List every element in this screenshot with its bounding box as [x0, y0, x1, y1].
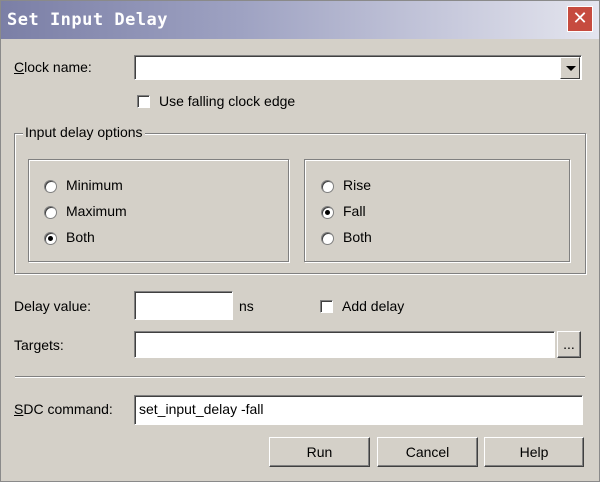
radio-fall[interactable] — [321, 206, 334, 219]
radio-minimum-label: Minimum — [66, 177, 123, 193]
radio-edge-both-label: Both — [343, 229, 372, 245]
input-delay-options-title: Input delay options — [23, 124, 145, 140]
radio-maximum-label: Maximum — [66, 203, 127, 219]
radio-minimum[interactable] — [44, 180, 57, 193]
clock-name-dropdown-button[interactable] — [560, 57, 580, 79]
delay-value-input[interactable] — [134, 291, 233, 320]
targets-browse-button[interactable]: ... — [557, 331, 581, 358]
close-button[interactable]: ✕ — [567, 6, 593, 32]
sdc-command-value: set_input_delay -fall — [139, 401, 264, 417]
radio-rise-label: Rise — [343, 177, 372, 193]
sdc-command-label-text: DC command: — [23, 401, 113, 417]
radio-maximum[interactable] — [44, 206, 57, 219]
add-delay-label: Add delay — [342, 298, 405, 314]
delay-unit-label: ns — [239, 298, 254, 314]
clock-name-accel: C — [14, 59, 25, 75]
delay-value-label: Delay value: — [14, 298, 92, 314]
help-button[interactable]: Help — [484, 437, 584, 467]
radio-rise[interactable] — [321, 180, 334, 193]
title-bar: Set Input Delay ✕ — [1, 1, 599, 39]
sdc-command-accel: S — [14, 401, 24, 417]
radio-edge-both[interactable] — [321, 232, 334, 245]
clock-name-combobox[interactable] — [134, 55, 582, 80]
chevron-down-icon — [566, 66, 576, 71]
separator — [15, 376, 585, 378]
clock-name-label-text: lock name: — [24, 59, 92, 75]
run-button[interactable]: Run — [269, 437, 370, 467]
targets-label: Targets: — [14, 337, 64, 353]
sdc-command-label: SDC command: — [14, 401, 113, 417]
radio-fall-label: Fall — [343, 203, 366, 219]
radio-min-max-both-label: Both — [66, 229, 95, 245]
cancel-button[interactable]: Cancel — [377, 437, 478, 467]
window-title: Set Input Delay — [7, 10, 169, 30]
sdc-command-field[interactable]: set_input_delay -fall — [134, 395, 583, 425]
radio-min-max-both[interactable] — [44, 232, 57, 245]
targets-input[interactable] — [134, 331, 555, 358]
set-input-delay-dialog: Set Input Delay ✕ Clock name: Use fallin… — [0, 0, 600, 482]
clock-name-label: Clock name: — [14, 59, 92, 75]
use-falling-edge-label: Use falling clock edge — [159, 93, 296, 109]
add-delay-checkbox[interactable] — [320, 300, 333, 313]
use-falling-edge-checkbox[interactable] — [137, 95, 150, 108]
